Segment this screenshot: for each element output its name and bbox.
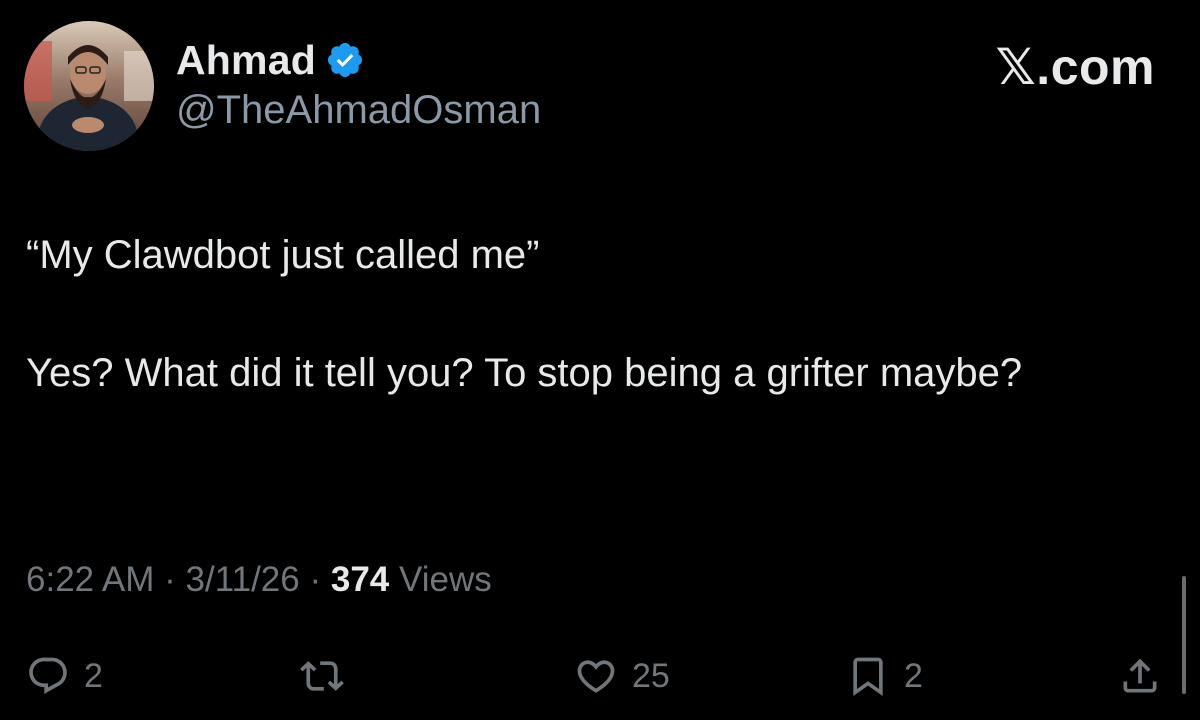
reply-button[interactable]: 2 [26,645,103,707]
author-name-row[interactable]: Ahmad [176,36,365,84]
share-icon [1123,658,1157,693]
reply-count: 2 [84,656,103,695]
author-avatar[interactable] [24,21,154,151]
tweet-text: “My Clawdbot just called me” Yes? What d… [26,226,1146,403]
like-count: 25 [632,656,670,695]
author-handle[interactable]: @TheAhmadOsman [176,88,541,133]
bookmark-icon [853,657,883,697]
meta-separator: · [164,560,176,599]
tweet-action-bar: 2 25 2 [0,645,1200,707]
share-button[interactable] [1118,645,1162,707]
tweet-time[interactable]: 6:22 AM [26,560,154,599]
reply-icon [29,657,67,694]
author-display-name[interactable]: Ahmad [176,37,316,84]
avatar-photo [24,21,154,151]
like-button[interactable]: 25 [574,645,670,707]
bookmark-button[interactable]: 2 [846,645,923,707]
views-label: Views [399,560,492,599]
meta-separator: · [309,560,322,599]
retweet-button[interactable] [300,645,344,707]
tweet-date[interactable]: 3/11/26 [186,560,300,599]
tweet-line-reply: Yes? What did it tell you? To stop being… [26,351,1023,395]
tweet-line-quote: “My Clawdbot just called me” [26,233,540,277]
heart-icon [577,660,615,693]
verified-badge-icon [327,42,363,78]
scroll-indicator[interactable] [1182,576,1186,694]
tweet-meta: 6:22 AM · 3/11/26 · 374 Views [26,560,492,600]
brand-logo[interactable]: 𝕏.com [996,38,1155,96]
views-count[interactable]: 374 [331,560,389,599]
retweet-icon [300,661,344,691]
bookmark-count: 2 [904,656,923,695]
